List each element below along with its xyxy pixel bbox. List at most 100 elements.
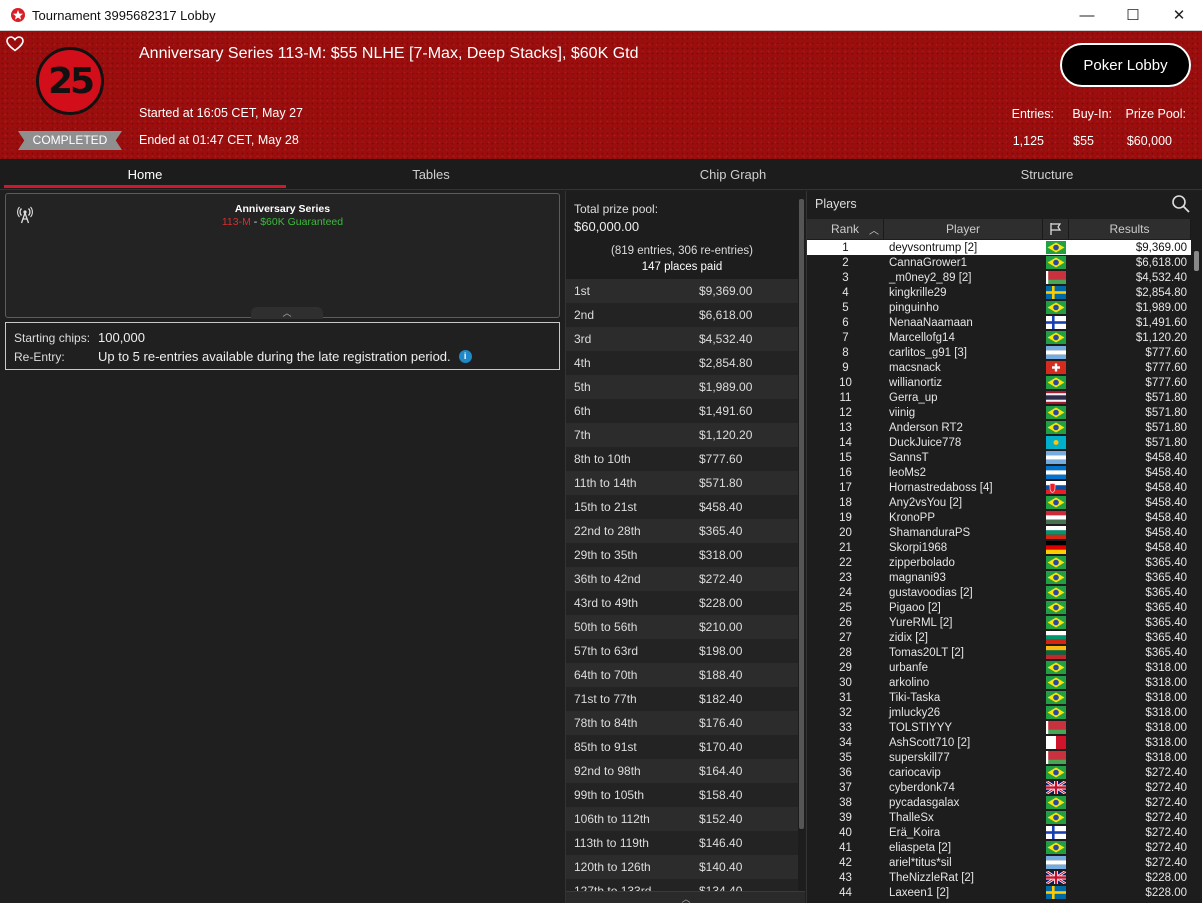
payout-expand-toggle[interactable]: ︿: [566, 891, 805, 903]
player-row[interactable]: 37 cyberdonk74 $272.40: [807, 780, 1191, 795]
player-result: $272.40: [1145, 811, 1187, 824]
player-row[interactable]: 16 leoMs2 $458.40: [807, 465, 1191, 480]
payout-amount: $210.00: [699, 620, 743, 634]
player-rank: 32: [839, 706, 852, 719]
payout-row: 3rd $4,532.40: [566, 327, 798, 351]
player-row[interactable]: 31 Tiki-Taska $318.00: [807, 690, 1191, 705]
player-row[interactable]: 14 DuckJuice778 $571.80: [807, 435, 1191, 450]
column-player[interactable]: Player: [884, 219, 1043, 239]
starting-chips-row: Starting chips: 100,000: [14, 330, 145, 345]
player-name: zidix [2]: [889, 631, 928, 644]
maximize-button[interactable]: ☐: [1110, 0, 1156, 31]
player-row[interactable]: 15 SannsT $458.40: [807, 450, 1191, 465]
window-titlebar: Tournament 3995682317 Lobby — ☐ ✕: [0, 0, 1202, 31]
player-row[interactable]: 26 YureRML [2] $365.40: [807, 615, 1191, 630]
payout-row: 5th $1,989.00: [566, 375, 798, 399]
player-row[interactable]: 34 AshScott710 [2] $318.00: [807, 735, 1191, 750]
search-icon[interactable]: [1171, 194, 1191, 214]
payout-place: 2nd: [574, 308, 595, 322]
country-flag-icon: [1043, 571, 1069, 584]
player-row[interactable]: 43 TheNizzleRat [2] $228.00: [807, 870, 1191, 885]
country-flag-icon: [1043, 316, 1069, 329]
player-row[interactable]: 7 Marcellofg14 $1,120.20: [807, 330, 1191, 345]
player-row[interactable]: 9 macsnack $777.60: [807, 360, 1191, 375]
favorite-heart-icon[interactable]: [6, 36, 24, 52]
column-results[interactable]: Results: [1069, 219, 1191, 239]
collapse-toggle[interactable]: ︿: [251, 307, 323, 319]
player-name: gustavoodias [2]: [889, 586, 973, 599]
player-row[interactable]: 39 ThalleSx $272.40: [807, 810, 1191, 825]
player-row[interactable]: 17 Hornastredaboss [4] $458.40: [807, 480, 1191, 495]
player-row[interactable]: 5 pinguinho $1,989.00: [807, 300, 1191, 315]
player-result: $318.00: [1145, 721, 1187, 734]
players-list: 1 deyvsontrump [2] $9,369.00 2 CannaGrower1 $…: [807, 240, 1191, 900]
payout-row: 99th to 105th $158.40: [566, 783, 798, 807]
player-row[interactable]: 38 pycadasgalax $272.40: [807, 795, 1191, 810]
payout-row: 11th to 14th $571.80: [566, 471, 798, 495]
payout-scrollbar[interactable]: [799, 199, 804, 829]
total-prize-value: $60,000.00: [574, 219, 640, 234]
column-rank[interactable]: Rank ︿: [807, 219, 884, 239]
players-scrollbar[interactable]: [1194, 251, 1199, 271]
tab-chip-graph[interactable]: Chip Graph: [592, 159, 874, 190]
info-icon[interactable]: i: [458, 350, 472, 363]
player-row[interactable]: 30 arkolino $318.00: [807, 675, 1191, 690]
player-row[interactable]: 6 NenaaNaamaan $1,491.60: [807, 315, 1191, 330]
payout-place: 57th to 63rd: [574, 644, 639, 658]
player-row[interactable]: 19 KronoPP $458.40: [807, 510, 1191, 525]
player-row[interactable]: 35 superskill77 $318.00: [807, 750, 1191, 765]
player-row[interactable]: 29 urbanfe $318.00: [807, 660, 1191, 675]
player-row[interactable]: 41 eliaspeta [2] $272.40: [807, 840, 1191, 855]
player-row[interactable]: 28 Tomas20LT [2] $365.40: [807, 645, 1191, 660]
payout-amount: $188.40: [699, 668, 743, 682]
pokerstars-app-icon: [11, 8, 25, 22]
player-name: Laxeen1 [2]: [889, 886, 950, 899]
player-result: $272.40: [1145, 781, 1187, 794]
player-name: TheNizzleRat [2]: [889, 871, 975, 884]
start-time: Started at 16:05 CET, May 27: [139, 106, 303, 120]
close-button[interactable]: ✕: [1156, 0, 1202, 31]
starting-chips-label: Starting chips:: [14, 330, 91, 345]
country-flag-icon: [1043, 361, 1069, 374]
payout-place: 36th to 42nd: [574, 572, 641, 586]
player-result: $571.80: [1145, 406, 1187, 419]
country-flag-icon: [1043, 616, 1069, 629]
player-row[interactable]: 13 Anderson RT2 $571.80: [807, 420, 1191, 435]
payout-amount: $458.40: [699, 500, 743, 514]
player-row[interactable]: 25 Pigaoo [2] $365.40: [807, 600, 1191, 615]
country-flag-icon: [1043, 526, 1069, 539]
player-row[interactable]: 8 carlitos_g91 [3] $777.60: [807, 345, 1191, 360]
player-row[interactable]: 18 Any2vsYou [2] $458.40: [807, 495, 1191, 510]
player-row[interactable]: 1 deyvsontrump [2] $9,369.00: [807, 240, 1191, 255]
player-row[interactable]: 32 jmlucky26 $318.00: [807, 705, 1191, 720]
player-row[interactable]: 12 viinig $571.80: [807, 405, 1191, 420]
player-row[interactable]: 3 _m0ney2_89 [2] $4,532.40: [807, 270, 1191, 285]
player-row[interactable]: 33 TOLSTIYYY $318.00: [807, 720, 1191, 735]
player-row[interactable]: 11 Gerra_up $571.80: [807, 390, 1191, 405]
column-country[interactable]: [1043, 219, 1069, 239]
player-row[interactable]: 42 ariel*titus*sil $272.40: [807, 855, 1191, 870]
player-row[interactable]: 23 magnani93 $365.40: [807, 570, 1191, 585]
tab-structure[interactable]: Structure: [906, 159, 1188, 190]
player-row[interactable]: 21 Skorpi1968 $458.40: [807, 540, 1191, 555]
payout-amount: $140.40: [699, 860, 743, 874]
player-row[interactable]: 40 Erä_Koira $272.40: [807, 825, 1191, 840]
player-result: $365.40: [1145, 556, 1187, 569]
sort-asc-icon: ︿: [869, 225, 879, 237]
player-row[interactable]: 36 cariocavip $272.40: [807, 765, 1191, 780]
poker-lobby-button[interactable]: Poker Lobby: [1060, 43, 1191, 87]
buyin-label: Buy-In:: [1072, 107, 1112, 121]
player-row[interactable]: 24 gustavoodias [2] $365.40: [807, 585, 1191, 600]
player-row[interactable]: 2 CannaGrower1 $6,618.00: [807, 255, 1191, 270]
player-row[interactable]: 27 zidix [2] $365.40: [807, 630, 1191, 645]
player-row[interactable]: 4 kingkrille29 $2,854.80: [807, 285, 1191, 300]
player-row[interactable]: 10 willianortiz $777.60: [807, 375, 1191, 390]
player-row[interactable]: 20 ShamanduraPS $458.40: [807, 525, 1191, 540]
player-row[interactable]: 22 zipperbolado $365.40: [807, 555, 1191, 570]
payout-amount: $777.60: [699, 452, 743, 466]
player-row[interactable]: 44 Laxeen1 [2] $228.00: [807, 885, 1191, 900]
payout-amount: $9,369.00: [699, 284, 753, 298]
players-title: Players: [815, 197, 857, 211]
tab-tables[interactable]: Tables: [290, 159, 572, 190]
minimize-button[interactable]: —: [1064, 0, 1110, 31]
